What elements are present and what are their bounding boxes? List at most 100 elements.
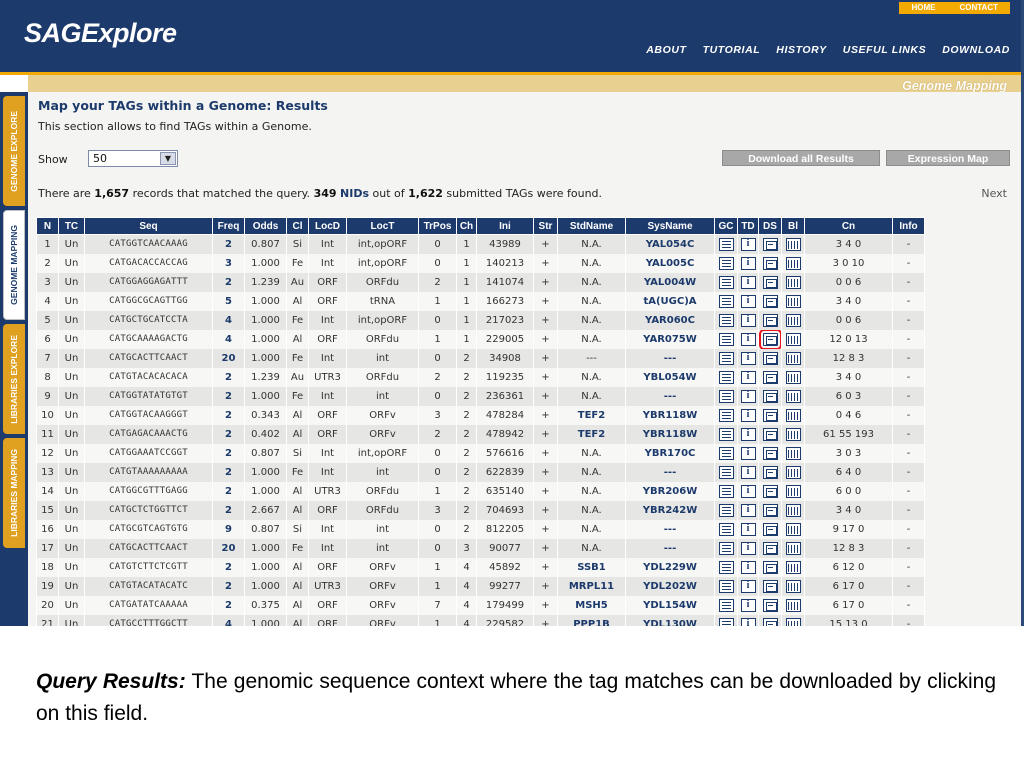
sagexplore-logo[interactable]: SAGExplore: [24, 18, 177, 49]
cell-freq[interactable]: 2: [212, 443, 245, 463]
info-icon[interactable]: [740, 617, 756, 626]
info-icon[interactable]: [740, 427, 756, 441]
cell-freq[interactable]: 2: [212, 405, 245, 425]
download-sequence-icon[interactable]: [762, 617, 778, 626]
download-all-results-button[interactable]: Download all Results: [722, 150, 880, 166]
download-sequence-icon[interactable]: [762, 465, 778, 479]
info-icon[interactable]: [740, 275, 756, 289]
cell-sysn[interactable]: YBR170C: [625, 443, 715, 463]
cell-stdn[interactable]: MSH5: [557, 595, 626, 615]
blast-icon[interactable]: [785, 541, 801, 555]
download-sequence-icon[interactable]: [762, 408, 778, 422]
blast-icon[interactable]: [785, 522, 801, 536]
download-sequence-icon[interactable]: [762, 256, 778, 270]
cell-freq[interactable]: 2: [212, 386, 245, 406]
info-icon[interactable]: [740, 332, 756, 346]
download-sequence-icon[interactable]: [762, 427, 778, 441]
nav-about[interactable]: ABOUT: [646, 44, 686, 56]
tab-genome-mapping[interactable]: GENOME MAPPING: [3, 210, 25, 320]
cell-sysn[interactable]: YBR118W: [625, 424, 715, 444]
blast-icon[interactable]: [785, 237, 801, 251]
gc-sequence-icon[interactable]: [718, 408, 734, 422]
cell-freq[interactable]: 2: [212, 557, 245, 577]
cell-sysn[interactable]: YAL004W: [625, 272, 715, 292]
info-icon[interactable]: [740, 313, 756, 327]
info-icon[interactable]: [740, 446, 756, 460]
nav-tutorial[interactable]: TUTORIAL: [703, 44, 761, 56]
gc-sequence-icon[interactable]: [718, 617, 734, 626]
blast-icon[interactable]: [785, 617, 801, 626]
info-icon[interactable]: [740, 389, 756, 403]
blast-icon[interactable]: [785, 408, 801, 422]
cell-sysn[interactable]: ---: [625, 519, 715, 539]
gc-sequence-icon[interactable]: [718, 522, 734, 536]
expression-map-button[interactable]: Expression Map: [886, 150, 1010, 166]
cell-sysn[interactable]: tA(UGC)A: [625, 291, 715, 311]
cell-freq[interactable]: 2: [212, 576, 245, 596]
blast-icon[interactable]: [785, 313, 801, 327]
cell-sysn[interactable]: YDL130W: [625, 614, 715, 626]
cell-sysn[interactable]: YAL005C: [625, 253, 715, 273]
download-sequence-icon[interactable]: [762, 579, 778, 593]
blast-icon[interactable]: [785, 294, 801, 308]
info-icon[interactable]: [740, 370, 756, 384]
download-sequence-icon[interactable]: [762, 503, 778, 517]
gc-sequence-icon[interactable]: [718, 294, 734, 308]
blast-icon[interactable]: [785, 598, 801, 612]
show-select[interactable]: 50 ▼: [88, 150, 178, 167]
cell-freq[interactable]: 4: [212, 614, 245, 626]
cell-stdn[interactable]: TEF2: [557, 405, 626, 425]
blast-icon[interactable]: [785, 275, 801, 289]
cell-stdn[interactable]: MRPL11: [557, 576, 626, 596]
download-sequence-icon[interactable]: [762, 294, 778, 308]
blast-icon[interactable]: [785, 351, 801, 365]
gc-sequence-icon[interactable]: [718, 560, 734, 574]
download-sequence-icon[interactable]: [762, 541, 778, 555]
info-icon[interactable]: [740, 484, 756, 498]
info-icon[interactable]: [740, 237, 756, 251]
cell-freq[interactable]: 2: [212, 424, 245, 444]
cell-freq[interactable]: 20: [212, 538, 245, 558]
info-icon[interactable]: [740, 465, 756, 479]
download-sequence-icon[interactable]: [762, 598, 778, 612]
cell-sysn[interactable]: YAR075W: [625, 329, 715, 349]
cell-freq[interactable]: 20: [212, 348, 245, 368]
gc-sequence-icon[interactable]: [718, 256, 734, 270]
blast-icon[interactable]: [785, 503, 801, 517]
cell-sysn[interactable]: ---: [625, 386, 715, 406]
info-icon[interactable]: [740, 294, 756, 308]
gc-sequence-icon[interactable]: [718, 351, 734, 365]
cell-sysn[interactable]: YAL054C: [625, 234, 715, 254]
cell-sysn[interactable]: ---: [625, 538, 715, 558]
blast-icon[interactable]: [785, 484, 801, 498]
download-sequence-icon[interactable]: [762, 237, 778, 251]
cell-stdn[interactable]: PPP1B: [557, 614, 626, 626]
blast-icon[interactable]: [785, 560, 801, 574]
download-sequence-icon[interactable]: [762, 370, 778, 384]
contact-link[interactable]: CONTACT: [947, 2, 1010, 14]
next-link[interactable]: Next: [981, 187, 1007, 200]
blast-icon[interactable]: [785, 256, 801, 270]
download-sequence-icon[interactable]: [762, 313, 778, 327]
download-sequence-icon[interactable]: [762, 446, 778, 460]
download-sequence-icon[interactable]: [762, 522, 778, 536]
cell-sysn[interactable]: YBR242W: [625, 500, 715, 520]
cell-sysn[interactable]: YBL054W: [625, 367, 715, 387]
tab-genome-explore[interactable]: GENOME EXPLORE: [3, 96, 25, 206]
blast-icon[interactable]: [785, 332, 801, 346]
cell-sysn[interactable]: YDL229W: [625, 557, 715, 577]
cell-sysn[interactable]: ---: [625, 348, 715, 368]
gc-sequence-icon[interactable]: [718, 313, 734, 327]
blast-icon[interactable]: [785, 427, 801, 441]
gc-sequence-icon[interactable]: [718, 446, 734, 460]
cell-freq[interactable]: 4: [212, 329, 245, 349]
info-icon[interactable]: [740, 598, 756, 612]
cell-freq[interactable]: 4: [212, 310, 245, 330]
cell-stdn[interactable]: TEF2: [557, 424, 626, 444]
chevron-down-icon[interactable]: ▼: [160, 152, 176, 165]
tab-libraries-mapping[interactable]: LIBRARIES MAPPING: [3, 438, 25, 548]
gc-sequence-icon[interactable]: [718, 541, 734, 555]
cell-freq[interactable]: 9: [212, 519, 245, 539]
cell-freq[interactable]: 2: [212, 500, 245, 520]
download-sequence-icon[interactable]: [762, 351, 778, 365]
